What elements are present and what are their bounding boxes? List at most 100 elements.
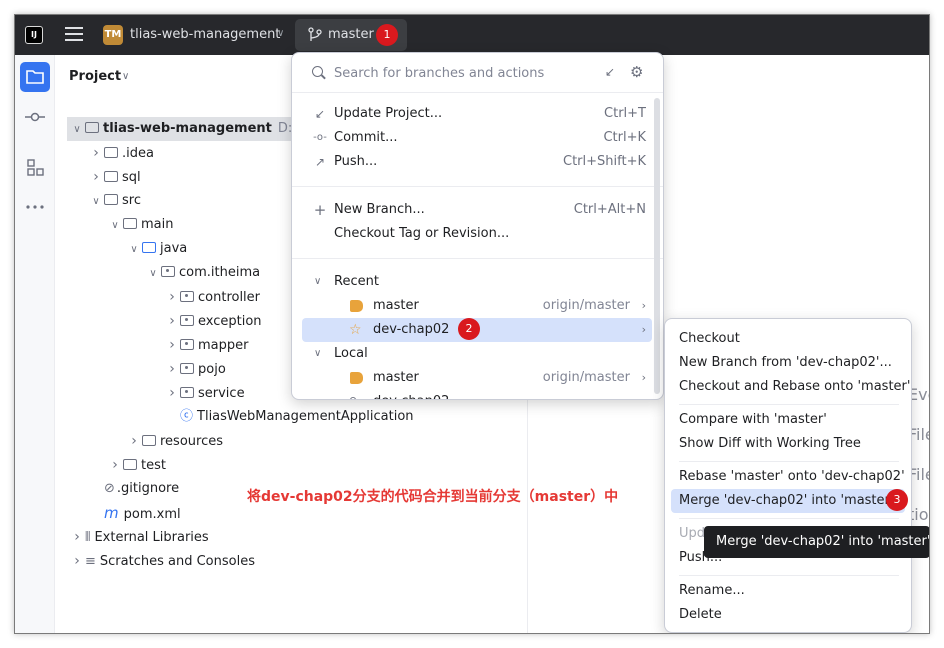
- project-tool-button[interactable]: [20, 62, 50, 92]
- action-label: New Branch...: [334, 202, 425, 217]
- chevron-down-icon[interactable]: ∨: [107, 214, 123, 238]
- show-diff-item[interactable]: Show Diff with Working Tree: [671, 432, 905, 456]
- chevron-down-icon[interactable]: ∨: [69, 118, 85, 142]
- merge-tooltip: Merge 'dev-chap02' into 'master': [704, 526, 929, 558]
- separator: [679, 404, 899, 405]
- tree-row[interactable]: › ⫴ External Libraries: [69, 525, 209, 549]
- branch-item-dev-chap02-local[interactable]: ⚲ dev-chap02: [302, 390, 652, 399]
- branch-item-master-local[interactable]: master origin/master ›: [302, 366, 652, 390]
- tree-row[interactable]: › pojo: [164, 357, 226, 381]
- tree-row[interactable]: m pom.xml: [88, 501, 181, 525]
- tree-row[interactable]: › service: [164, 381, 244, 405]
- gitignore-icon: ⊘: [104, 481, 115, 496]
- more-tools-button[interactable]: [20, 192, 50, 222]
- tree-row[interactable]: ∨ main: [107, 213, 173, 237]
- compare-with-item[interactable]: Compare with 'master': [671, 408, 905, 432]
- structure-tool-button[interactable]: [20, 152, 50, 182]
- tree-row[interactable]: › controller: [164, 285, 260, 309]
- ide-window: IJ TM tlias-web-management ∨ master 1 Pr…: [14, 14, 930, 634]
- chevron-right-icon[interactable]: ›: [164, 333, 180, 357]
- push-icon: ↗: [314, 155, 326, 169]
- chevron-right-icon: ›: [641, 371, 646, 384]
- recent-section-header[interactable]: ∨ Recent: [302, 270, 652, 294]
- gear-icon[interactable]: ⚙: [630, 63, 643, 81]
- local-section-header[interactable]: ∨ Local: [302, 342, 652, 366]
- rebase-item[interactable]: Rebase 'master' onto 'dev-chap02': [671, 465, 905, 489]
- action-label: Commit...: [334, 130, 398, 145]
- chevron-right-icon[interactable]: ›: [126, 429, 142, 453]
- branch-tag-icon: [350, 300, 363, 312]
- collapse-icon[interactable]: ↙: [605, 65, 615, 79]
- tree-row[interactable]: ∨ tlias-web-management D:\: [67, 117, 302, 141]
- branch-item-master[interactable]: master origin/master ›: [302, 294, 652, 318]
- branch-label: dev-chap02: [373, 322, 450, 337]
- tree-row[interactable]: ∨ com.itheima: [145, 261, 260, 285]
- chevron-right-icon[interactable]: ›: [88, 141, 104, 165]
- tree-row[interactable]: › test: [107, 453, 166, 477]
- more-icon: [26, 205, 44, 209]
- project-badge[interactable]: TM: [103, 25, 123, 45]
- chevron-right-icon[interactable]: ›: [164, 357, 180, 381]
- tree-row[interactable]: ⓒ TliasWebManagementApplication: [164, 405, 414, 429]
- checkout-item[interactable]: Checkout: [671, 327, 905, 351]
- branch-search-input[interactable]: [334, 63, 594, 83]
- tree-row[interactable]: ∨ java: [126, 237, 187, 261]
- main-menu-icon[interactable]: [65, 27, 83, 43]
- delete-item[interactable]: Delete: [671, 603, 905, 627]
- new-branch-action[interactable]: + New Branch... Ctrl+Alt+N: [302, 198, 652, 222]
- tree-row[interactable]: › .idea: [88, 141, 154, 165]
- chevron-right-icon: ›: [641, 299, 646, 312]
- tree-label: .idea: [122, 146, 154, 161]
- merge-item[interactable]: Merge 'dev-chap02' into 'master': [671, 489, 905, 513]
- chevron-right-icon[interactable]: ›: [107, 453, 123, 477]
- folder-icon: [85, 122, 99, 133]
- chevron-down-icon[interactable]: ∨: [145, 262, 161, 286]
- new-branch-from-item[interactable]: New Branch from 'dev-chap02'...: [671, 351, 905, 375]
- commit-tool-button[interactable]: [20, 102, 50, 132]
- chevron-down-icon[interactable]: ∨: [88, 190, 104, 214]
- tree-label: tlias-web-management: [103, 121, 272, 136]
- tree-row[interactable]: ∨ src: [88, 189, 141, 213]
- chevron-right-icon[interactable]: ›: [164, 285, 180, 309]
- tree-row[interactable]: › sql: [88, 165, 140, 189]
- intellij-logo-icon[interactable]: IJ: [25, 26, 43, 44]
- checkout-tag-action[interactable]: Checkout Tag or Revision...: [302, 222, 652, 246]
- branch-icon: ⚲: [349, 390, 357, 399]
- chevron-right-icon[interactable]: ›: [88, 165, 104, 189]
- package-icon: [180, 315, 194, 326]
- chevron-right-icon[interactable]: ›: [69, 549, 85, 573]
- rename-item[interactable]: Rename...: [671, 579, 905, 603]
- chevron-down-icon[interactable]: ∨: [126, 238, 142, 262]
- tree-row[interactable]: ⊘ .gitignore: [88, 477, 179, 501]
- package-icon: [180, 339, 194, 350]
- tree-row[interactable]: › exception: [164, 309, 262, 333]
- push-action[interactable]: ↗ Push... Ctrl+Shift+K: [302, 150, 652, 174]
- tree-row[interactable]: › ≡ Scratches and Consoles: [69, 549, 255, 573]
- project-name[interactable]: tlias-web-management: [130, 27, 280, 42]
- chevron-down-icon[interactable]: ∨: [277, 28, 284, 39]
- branch-label: master: [373, 370, 419, 385]
- separator: [292, 258, 663, 259]
- package-icon: [180, 363, 194, 374]
- chevron-right-icon[interactable]: ›: [164, 381, 180, 405]
- step-badge-3: 3: [886, 489, 908, 511]
- commit-action[interactable]: -o- Commit... Ctrl+K: [302, 126, 652, 150]
- tree-label: controller: [198, 290, 261, 305]
- tree-label: main: [141, 217, 174, 232]
- panel-title[interactable]: Project: [69, 69, 121, 84]
- checkout-and-rebase-item[interactable]: Checkout and Rebase onto 'master': [671, 375, 910, 399]
- popup-scrollbar[interactable]: [654, 98, 660, 394]
- remote-branch-label: origin/master: [542, 298, 630, 313]
- chevron-right-icon[interactable]: ›: [164, 309, 180, 333]
- chevron-right-icon[interactable]: ›: [69, 525, 85, 549]
- action-label: Checkout Tag or Revision...: [334, 226, 510, 241]
- tree-row[interactable]: › mapper: [164, 333, 248, 357]
- tree-label: exception: [198, 314, 262, 329]
- update-project-action[interactable]: ↙ Update Project... Ctrl+T: [302, 102, 652, 126]
- chevron-down-icon[interactable]: ∨: [122, 71, 129, 82]
- branches-popup: ↙ ⚙ ↙ Update Project... Ctrl+T -o- Commi…: [291, 52, 664, 400]
- folder-icon: [104, 194, 118, 205]
- package-icon: [161, 266, 175, 277]
- folder-icon: [104, 147, 118, 158]
- tree-row[interactable]: › resources: [126, 429, 223, 453]
